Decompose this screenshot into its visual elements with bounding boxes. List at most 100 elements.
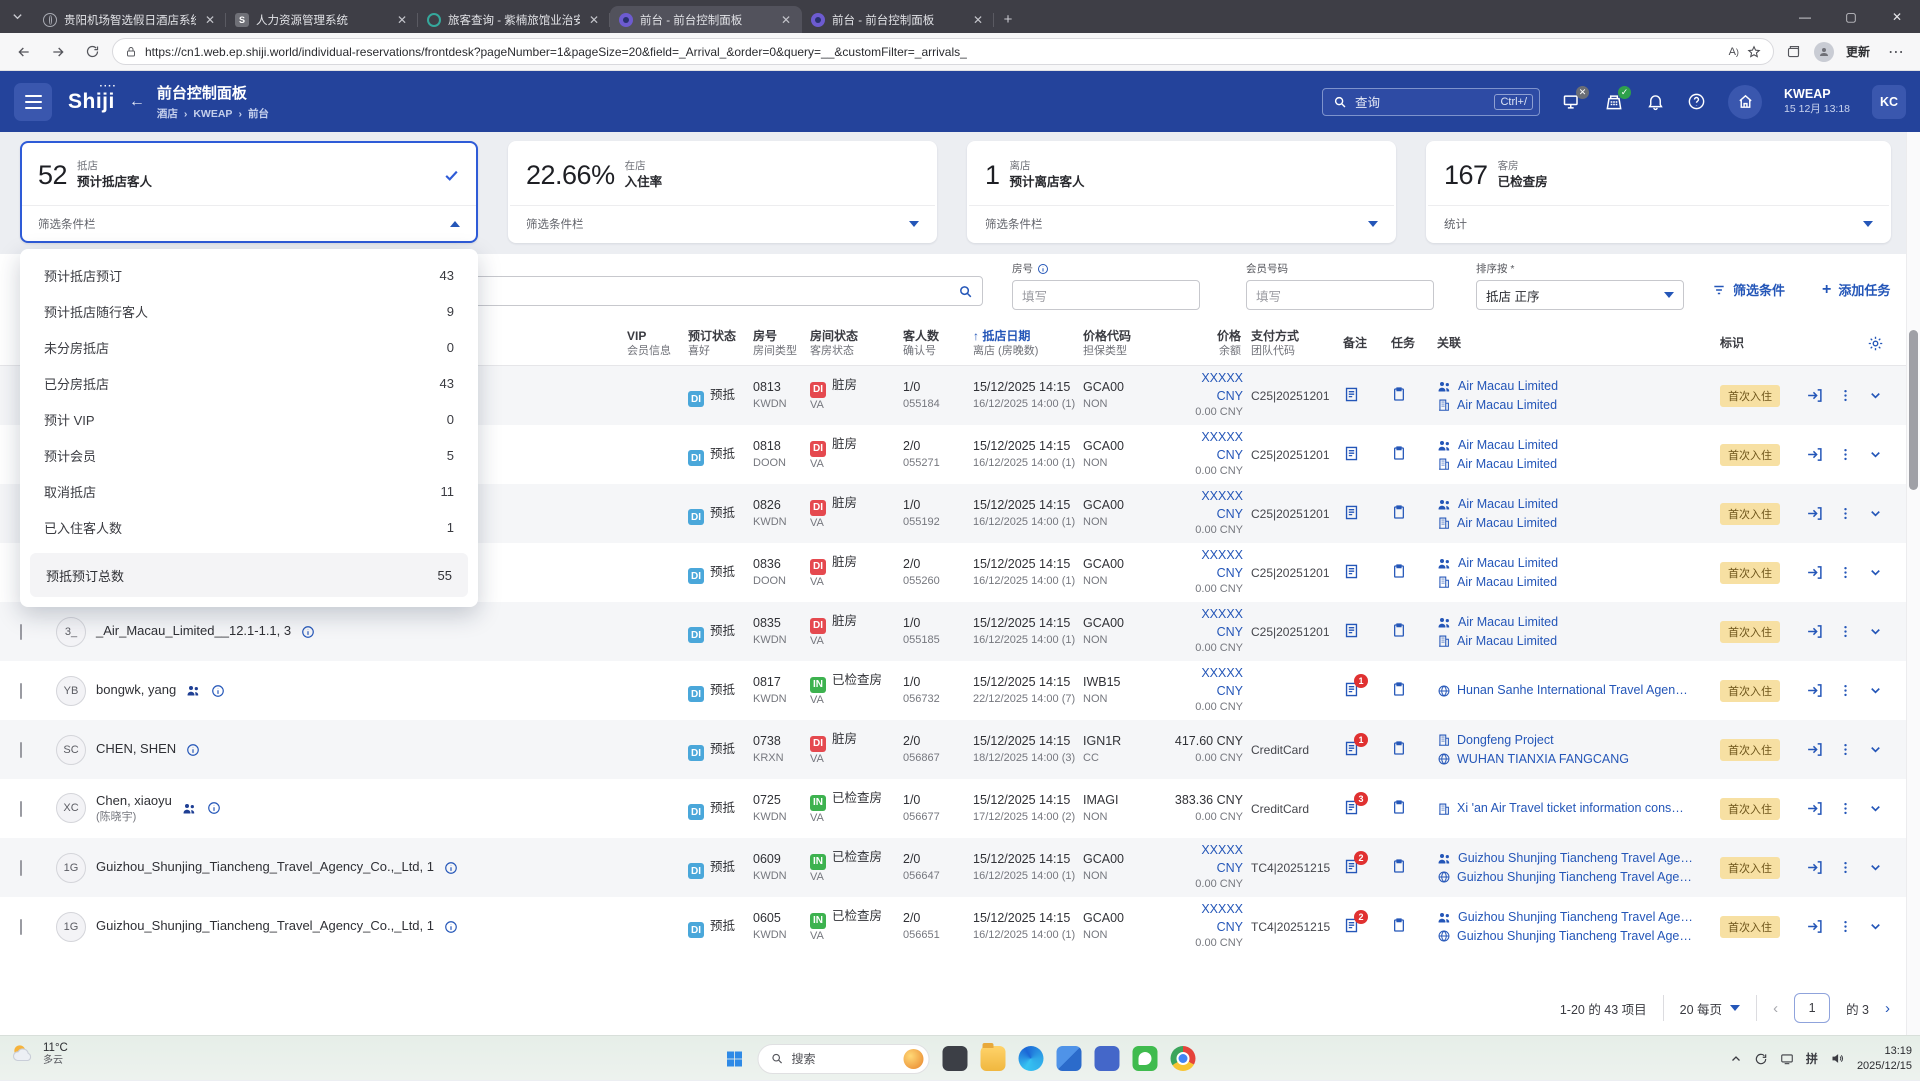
check-in-icon[interactable] <box>1806 505 1823 522</box>
member-number-input[interactable]: 填写 <box>1246 280 1434 310</box>
linked-profile[interactable]: WUHAN TIANXIA FANGCANG <box>1437 750 1720 768</box>
stat-card-1[interactable]: 52抵店预计抵店客人筛选条件栏 <box>20 141 478 243</box>
back-icon[interactable] <box>10 38 38 66</box>
linked-profile[interactable]: Guizhou Shunjing Tiancheng Travel Age… <box>1437 908 1720 926</box>
taskbar-search-input[interactable]: 搜索 <box>758 1044 930 1074</box>
note-icon[interactable] <box>1343 445 1360 462</box>
hamburger-menu-icon[interactable] <box>14 83 52 121</box>
dropdown-item[interactable]: 预计抵店预订43 <box>20 257 478 293</box>
browser-tab[interactable]: 贵阳机场智选假日酒店系统网址导✕ <box>34 6 226 33</box>
note-icon[interactable]: 1 <box>1343 740 1360 757</box>
linked-profile[interactable]: Guizhou Shunjing Tiancheng Travel Age… <box>1437 868 1720 886</box>
row-checkbox[interactable] <box>20 624 22 640</box>
chrome-browser-icon[interactable] <box>1171 1046 1196 1071</box>
more-actions-icon[interactable] <box>1838 683 1853 698</box>
window-maximize-button[interactable]: ▢ <box>1828 0 1874 33</box>
note-icon[interactable] <box>1343 504 1360 521</box>
expand-row-icon[interactable] <box>1868 860 1883 875</box>
task-clipboard-icon[interactable] <box>1391 799 1407 815</box>
more-actions-icon[interactable] <box>1838 565 1853 580</box>
taskbar-clock[interactable]: 13:19 2025/12/15 <box>1857 1044 1912 1073</box>
note-icon[interactable]: 2 <box>1343 917 1360 934</box>
forward-icon[interactable] <box>44 38 72 66</box>
browser-tab[interactable]: S人力资源管理系统✕ <box>226 6 418 33</box>
new-tab-button[interactable]: + <box>994 6 1022 33</box>
app-icon-blue-grid[interactable] <box>1057 1046 1082 1071</box>
refresh-icon[interactable] <box>78 38 106 66</box>
note-icon[interactable] <box>1343 386 1360 403</box>
global-search-input[interactable]: 查询 Ctrl+/ <box>1322 88 1540 116</box>
task-clipboard-icon[interactable] <box>1391 386 1407 402</box>
row-checkbox[interactable] <box>20 860 22 876</box>
collections-icon[interactable] <box>1780 38 1808 66</box>
expand-row-icon[interactable] <box>1868 624 1883 639</box>
note-icon[interactable]: 2 <box>1343 858 1360 875</box>
notifications-bell-icon[interactable] <box>1646 92 1665 111</box>
task-clipboard-icon[interactable] <box>1391 563 1407 579</box>
task-clipboard-icon[interactable] <box>1391 740 1407 756</box>
cast-icon[interactable] <box>1780 1052 1794 1066</box>
favorite-star-icon[interactable] <box>1747 45 1761 59</box>
tab-close-icon[interactable]: ✕ <box>779 13 793 27</box>
linked-profile[interactable]: Hunan Sanhe International Travel Agen… <box>1437 681 1720 699</box>
dropdown-item[interactable]: 已分房抵店43 <box>20 365 478 401</box>
scrollbar-thumb[interactable] <box>1909 330 1918 490</box>
check-in-icon[interactable] <box>1806 623 1823 640</box>
note-icon[interactable] <box>1343 622 1360 639</box>
task-clipboard-icon[interactable] <box>1391 681 1407 697</box>
breadcrumb-item[interactable]: 酒店 <box>157 106 178 121</box>
browser-menu-icon[interactable]: ⋯ <box>1882 38 1910 66</box>
linked-profile[interactable]: Guizhou Shunjing Tiancheng Travel Age… <box>1437 927 1720 945</box>
linked-profile[interactable]: Air Macau Limited <box>1437 495 1720 513</box>
help-icon[interactable] <box>1687 92 1706 111</box>
linked-profile[interactable]: Air Macau Limited <box>1437 514 1720 532</box>
read-aloud-icon[interactable]: A) <box>1729 46 1739 58</box>
row-checkbox[interactable] <box>20 742 22 758</box>
more-actions-icon[interactable] <box>1838 919 1853 934</box>
file-explorer-icon[interactable] <box>981 1046 1006 1071</box>
linked-profile[interactable]: Air Macau Limited <box>1437 613 1720 631</box>
card-filter-toggle[interactable]: 筛选条件栏 <box>969 205 1394 241</box>
table-settings-gear-icon[interactable] <box>1806 335 1900 352</box>
windows-start-icon[interactable] <box>725 1049 745 1069</box>
app-icon-terminal[interactable] <box>943 1046 968 1071</box>
task-clipboard-icon[interactable] <box>1391 622 1407 638</box>
expand-row-icon[interactable] <box>1868 388 1883 403</box>
prev-page-icon[interactable]: ‹ <box>1773 1000 1778 1017</box>
card-filter-toggle[interactable]: 统计 <box>1428 205 1889 241</box>
check-in-icon[interactable] <box>1806 682 1823 699</box>
linked-profile[interactable]: Xi 'an Air Travel ticket information con… <box>1437 799 1720 817</box>
expand-row-icon[interactable] <box>1868 919 1883 934</box>
browser-tab[interactable]: 旅客查询 - 紫楠旅馆业治安信息管✕ <box>418 6 610 33</box>
linked-profile[interactable]: Air Macau Limited <box>1437 455 1720 473</box>
linked-profile[interactable]: Air Macau Limited <box>1437 573 1720 591</box>
app-icon-wechat[interactable] <box>1133 1046 1158 1071</box>
tab-search-icon[interactable] <box>0 0 34 33</box>
check-in-icon[interactable] <box>1806 918 1823 935</box>
expand-row-icon[interactable] <box>1868 683 1883 698</box>
breadcrumb-item[interactable]: KWEAP <box>193 108 232 120</box>
tab-close-icon[interactable]: ✕ <box>971 13 985 27</box>
more-actions-icon[interactable] <box>1838 801 1853 816</box>
dropdown-item[interactable]: 预计抵店随行客人9 <box>20 293 478 329</box>
linked-profile[interactable]: Air Macau Limited <box>1437 396 1720 414</box>
task-clipboard-icon[interactable] <box>1391 917 1407 933</box>
check-in-icon[interactable] <box>1806 741 1823 758</box>
linked-profile[interactable]: Dongfeng Project <box>1437 731 1720 749</box>
note-icon[interactable]: 1 <box>1343 681 1360 698</box>
sort-select[interactable]: 抵店 正序 <box>1476 280 1684 310</box>
user-avatar[interactable]: KC <box>1872 85 1906 119</box>
card-filter-toggle[interactable]: 筛选条件栏 <box>510 205 935 241</box>
edge-browser-icon[interactable] <box>1019 1046 1044 1071</box>
check-in-icon[interactable] <box>1806 800 1823 817</box>
card-filter-toggle[interactable]: 筛选条件栏 <box>22 205 476 241</box>
room-number-input[interactable]: 填写 <box>1012 280 1200 310</box>
row-checkbox[interactable] <box>20 919 22 935</box>
expand-row-icon[interactable] <box>1868 506 1883 521</box>
info-icon[interactable] <box>444 920 458 934</box>
task-clipboard-icon[interactable] <box>1391 445 1407 461</box>
info-icon[interactable] <box>186 743 200 757</box>
stat-card-4[interactable]: 167客房已检查房统计 <box>1426 141 1891 243</box>
tray-expand-icon[interactable] <box>1730 1053 1742 1065</box>
note-icon[interactable]: 3 <box>1343 799 1360 816</box>
